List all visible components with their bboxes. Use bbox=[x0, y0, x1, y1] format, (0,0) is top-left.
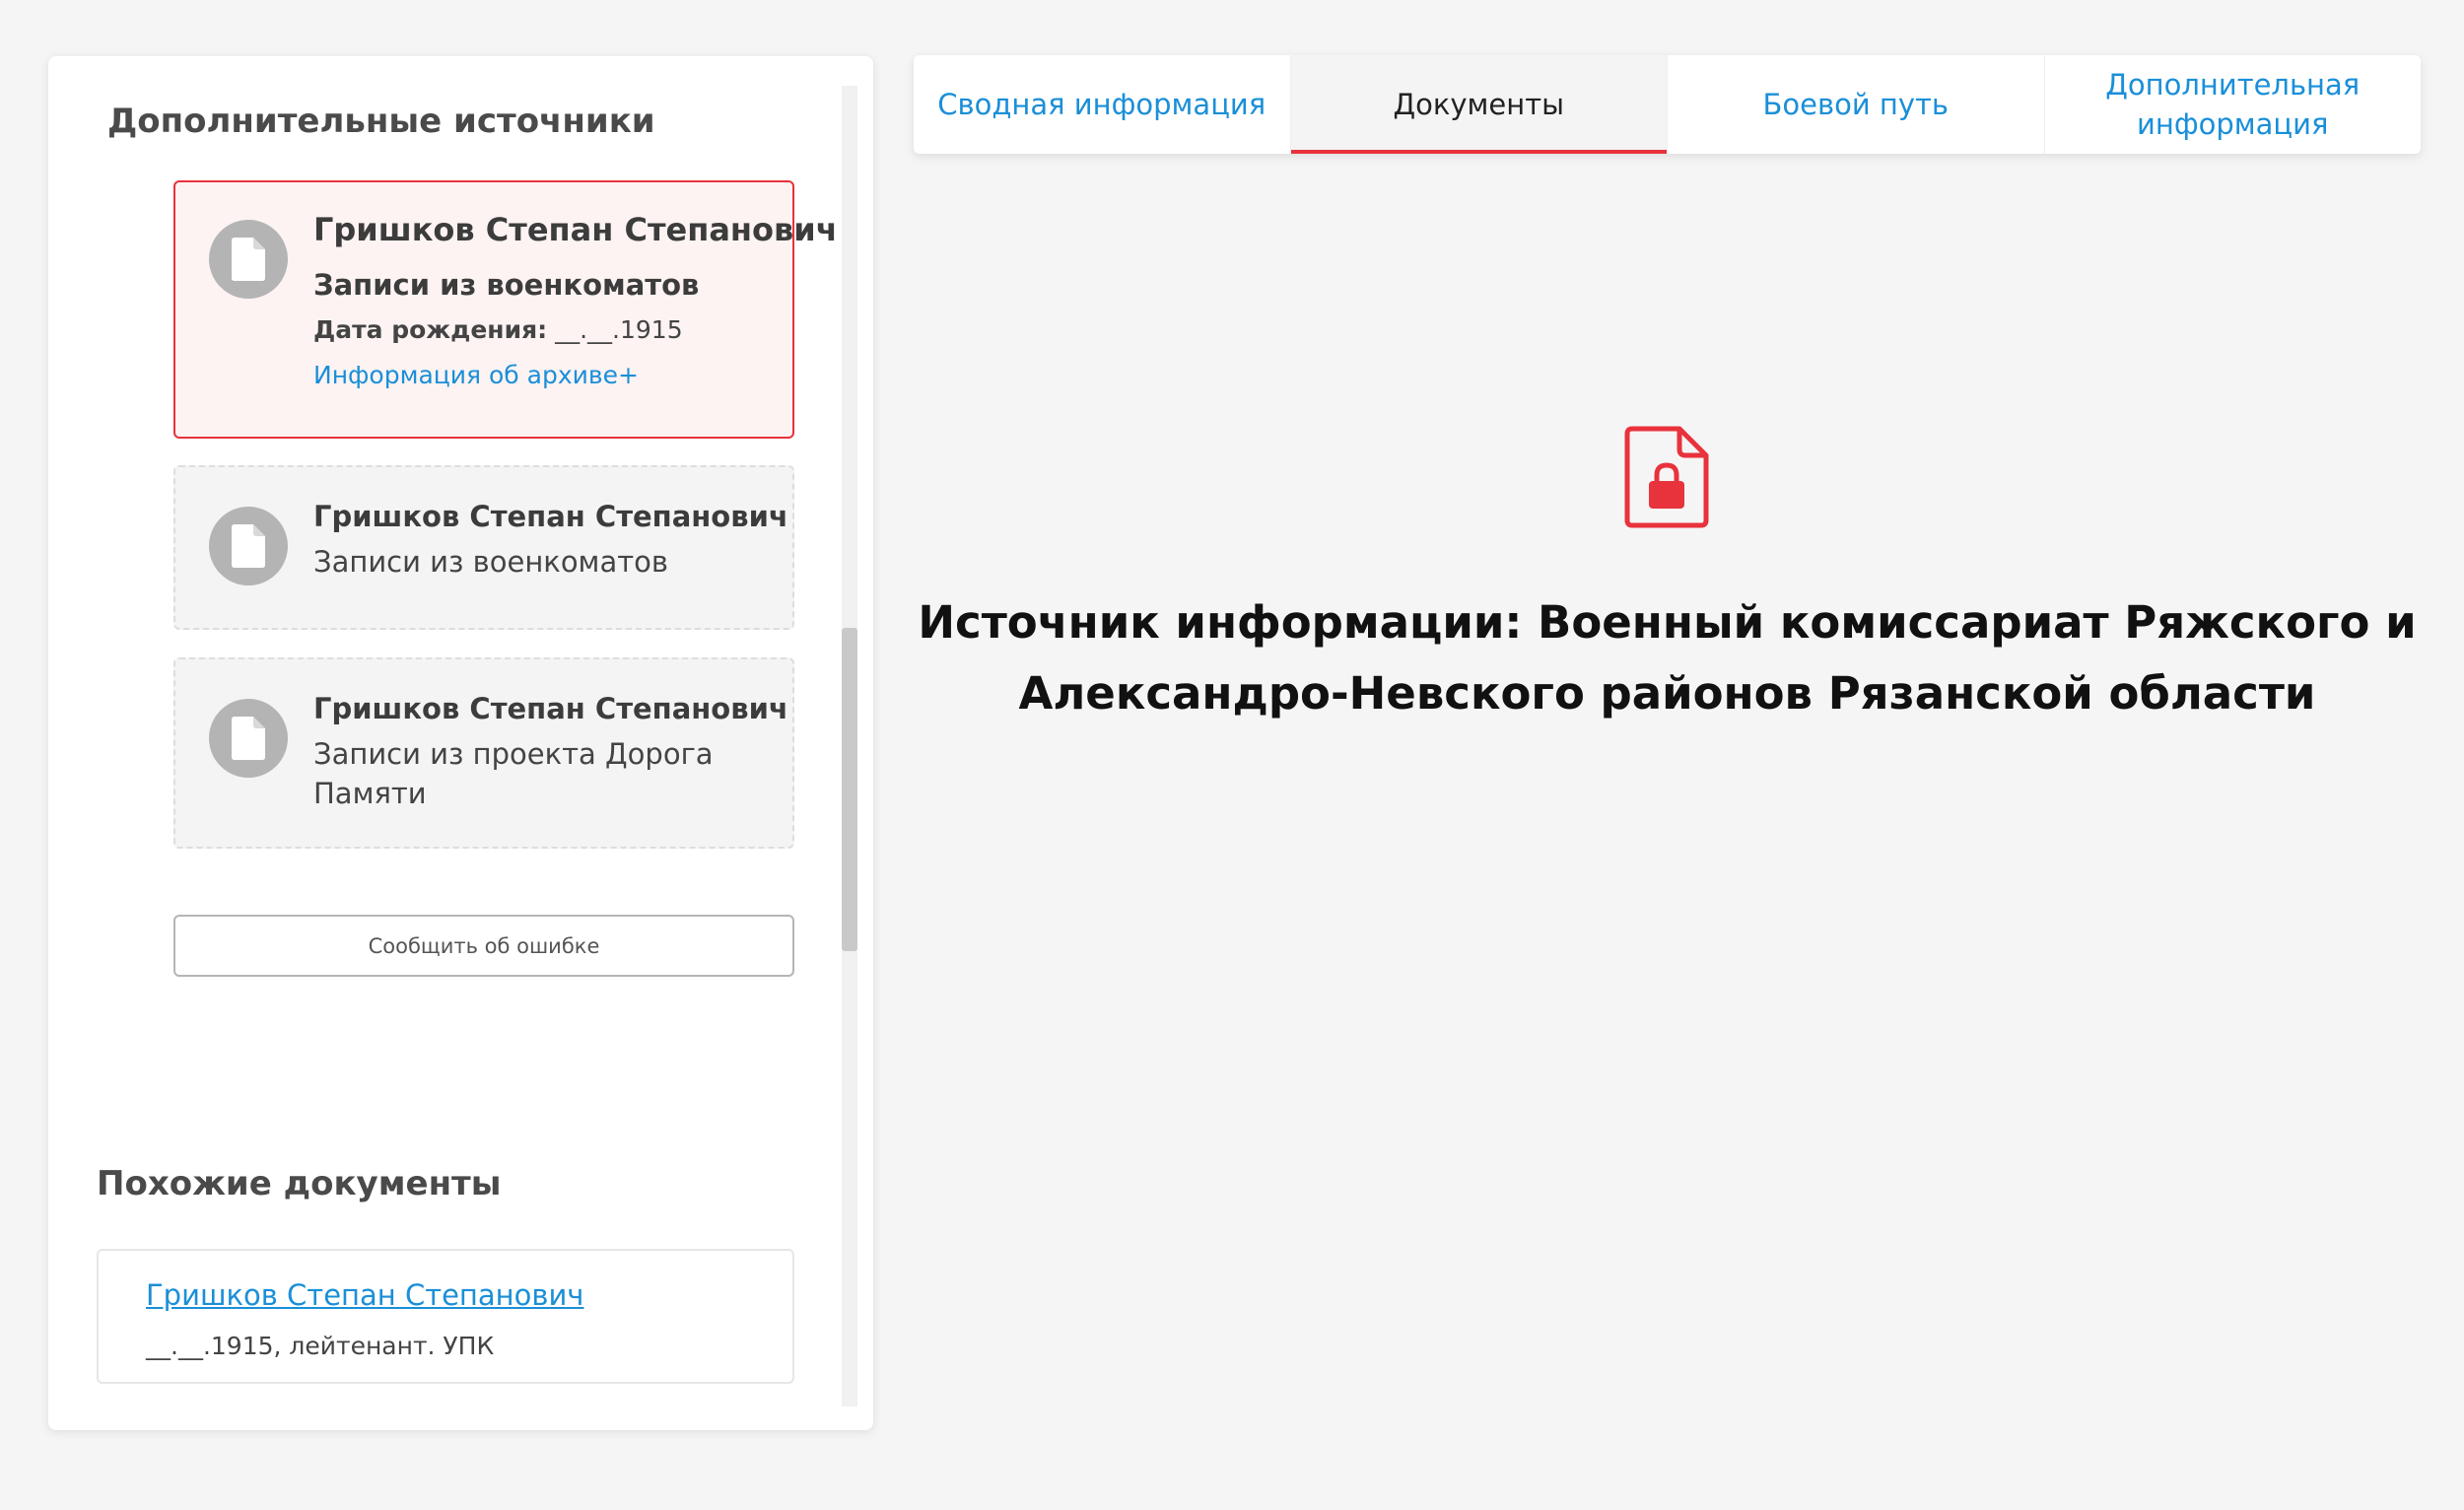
similar-documents-title: Похожие документы bbox=[97, 1164, 502, 1203]
similar-document-card: Гришков Степан Степанович __.__.1915, ле… bbox=[97, 1249, 794, 1384]
document-icon bbox=[209, 220, 288, 299]
similar-document-meta: __.__.1915, лейтенант. УПК bbox=[146, 1332, 495, 1360]
sources-panel: Дополнительные источники Гришков Степан … bbox=[48, 56, 873, 1430]
archive-info-link[interactable]: Информация об архиве+ bbox=[313, 358, 773, 393]
source-type: Записи из проекта Дорога Памяти bbox=[313, 737, 714, 810]
locked-document-icon bbox=[1624, 426, 1709, 528]
additional-sources-title: Дополнительные источники bbox=[107, 102, 655, 141]
tab-documents[interactable]: Документы bbox=[1289, 55, 1667, 154]
tab-summary[interactable]: Сводная информация bbox=[914, 55, 1290, 154]
source-person-name: Гришков Степан Степанович bbox=[313, 211, 838, 248]
similar-document-link[interactable]: Гришков Степан Степанович bbox=[146, 1278, 583, 1312]
source-info-text: Источник информации: Военный комиссариат… bbox=[918, 596, 2417, 720]
source-person-name: Гришков Степан Степанович bbox=[313, 692, 788, 725]
source-person-name: Гришков Степан Степанович bbox=[313, 500, 788, 533]
document-icon bbox=[209, 507, 288, 585]
tab-bar: Сводная информация Документы Боевой путь… bbox=[914, 55, 2421, 154]
birth-date: Дата рождения: __.__.1915 bbox=[313, 312, 773, 348]
birth-date-label: Дата рождения: bbox=[313, 315, 548, 344]
source-card[interactable]: Гришков Степан Степанович Записи из прое… bbox=[173, 657, 794, 849]
scrollbar-thumb[interactable] bbox=[842, 628, 857, 951]
source-type: Записи из военкоматов bbox=[313, 545, 668, 579]
source-card[interactable]: Гришков Степан Степанович Записи из воен… bbox=[173, 465, 794, 630]
tab-combat-path[interactable]: Боевой путь bbox=[1667, 55, 2044, 154]
tab-additional-info[interactable]: Дополнительная информация bbox=[2043, 55, 2422, 154]
source-card-active[interactable]: Гришков Степан Степанович Записи из воен… bbox=[173, 180, 838, 439]
birth-date-value: __.__.1915 bbox=[555, 315, 683, 344]
report-error-button[interactable]: Сообщить об ошибке bbox=[173, 915, 794, 977]
document-icon bbox=[209, 699, 288, 778]
source-type: Записи из военкоматов bbox=[313, 268, 700, 302]
